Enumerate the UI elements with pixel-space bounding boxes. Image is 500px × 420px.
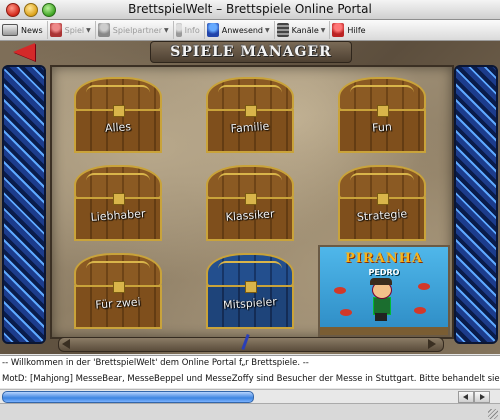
ad-title: PIRANHA	[345, 251, 423, 266]
app-window: BrettspielWelt – Brettspiele Online Port…	[0, 0, 500, 420]
lock-icon	[245, 281, 257, 293]
chat-log[interactable]: -- Willkommen in der 'BrettspielWelt' de…	[0, 355, 500, 388]
celtic-knot-left-decoration	[2, 65, 46, 344]
game-icon	[49, 23, 62, 37]
game-manager-panel: SPIELE MANAGER Alles Familie Fun Liebhab…	[0, 41, 500, 354]
toolbar-spiel-label: Spiel	[64, 25, 85, 35]
lock-icon	[113, 281, 125, 293]
piranha-fish-icon	[340, 309, 352, 316]
chest-alles[interactable]: Alles	[74, 77, 162, 153]
partner-icon	[97, 23, 110, 37]
toolbar-hilfe[interactable]: Hilfe	[330, 21, 369, 39]
horizontal-scrollbar[interactable]	[0, 389, 500, 403]
chevron-down-icon: ▼	[164, 26, 169, 34]
celtic-knot-right-decoration	[454, 65, 498, 344]
back-arrow-icon[interactable]	[13, 43, 35, 61]
toolbar-info-label: Info	[184, 25, 200, 35]
piranha-fish-icon	[334, 287, 346, 294]
chest-board: Alles Familie Fun Liebhaber Klassiker St…	[50, 65, 454, 339]
header-banner: SPIELE MANAGER	[150, 41, 352, 63]
status-strip	[0, 403, 500, 420]
toolbar-info[interactable]: Info	[174, 21, 205, 39]
chevron-down-icon: ▼	[320, 26, 326, 34]
toolbar-kanaele-label: Kanäle	[291, 25, 319, 35]
ad-footer	[320, 327, 448, 335]
board-scroll-rail[interactable]	[58, 337, 444, 352]
chevron-down-icon: ▼	[265, 26, 270, 34]
toolbar-news-label: News	[21, 25, 43, 35]
chest-klassiker[interactable]: Klassiker	[206, 165, 294, 241]
window-title: BrettspielWelt – Brettspiele Online Port…	[128, 2, 372, 16]
scroll-left-icon[interactable]	[62, 339, 70, 349]
chat-line: MotD: [Mahjong] MesseBear, MesseBeppel u…	[2, 374, 500, 384]
resize-grip-icon[interactable]	[488, 409, 498, 419]
lock-icon	[377, 193, 389, 205]
info-icon	[175, 23, 182, 37]
chevron-down-icon: ▼	[86, 26, 91, 34]
chest-familie[interactable]: Familie	[206, 77, 294, 153]
piranha-pedro-ad[interactable]: PIRANHA PEDRO	[318, 245, 450, 337]
toolbar-anwesend-label: Anwesend	[221, 25, 264, 35]
toolbar-spielpartner-label: Spielpartner	[112, 25, 162, 35]
lock-icon	[113, 105, 125, 117]
title-bar: BrettspielWelt – Brettspiele Online Port…	[0, 0, 500, 20]
chest-mitspieler[interactable]: Mitspieler	[206, 253, 294, 329]
ad-subtitle: PEDRO	[368, 268, 400, 277]
scroll-left-arrow-icon[interactable]	[458, 391, 474, 403]
scroll-right-arrow-icon[interactable]	[474, 391, 490, 403]
scrollbar-thumb[interactable]	[2, 391, 254, 403]
scroll-right-icon[interactable]	[428, 339, 436, 349]
chest-strategie[interactable]: Strategie	[338, 165, 426, 241]
toolbar-kanaele[interactable]: Kanäle ▼	[275, 21, 331, 39]
lock-icon	[245, 193, 257, 205]
toolbar-anwesend[interactable]: Anwesend ▼	[205, 21, 275, 39]
news-icon	[2, 24, 18, 36]
toolbar-hilfe-label: Hilfe	[347, 25, 366, 35]
piranha-fish-icon	[418, 283, 430, 290]
toolbar-news[interactable]: News	[0, 21, 48, 39]
lock-icon	[245, 105, 257, 117]
toolbar-spiel[interactable]: Spiel ▼	[48, 21, 96, 39]
piranha-fish-icon	[414, 307, 426, 314]
chest-fun[interactable]: Fun	[338, 77, 426, 153]
help-icon	[332, 23, 345, 37]
toolbar-spielpartner[interactable]: Spielpartner ▼	[96, 21, 174, 39]
lock-icon	[113, 193, 125, 205]
present-icon	[206, 23, 219, 37]
toolbar: News Spiel ▼ Spielpartner ▼ Info Anwesen…	[0, 20, 500, 41]
page-title: SPIELE MANAGER	[170, 44, 332, 60]
channels-icon	[276, 23, 289, 37]
pedro-character-icon	[368, 278, 394, 321]
lock-icon	[377, 105, 389, 117]
chest-liebhaber[interactable]: Liebhaber	[74, 165, 162, 241]
chest-fuer-zwei[interactable]: Für zwei	[74, 253, 162, 329]
chat-line: -- Willkommen in der 'BrettspielWelt' de…	[2, 358, 309, 368]
